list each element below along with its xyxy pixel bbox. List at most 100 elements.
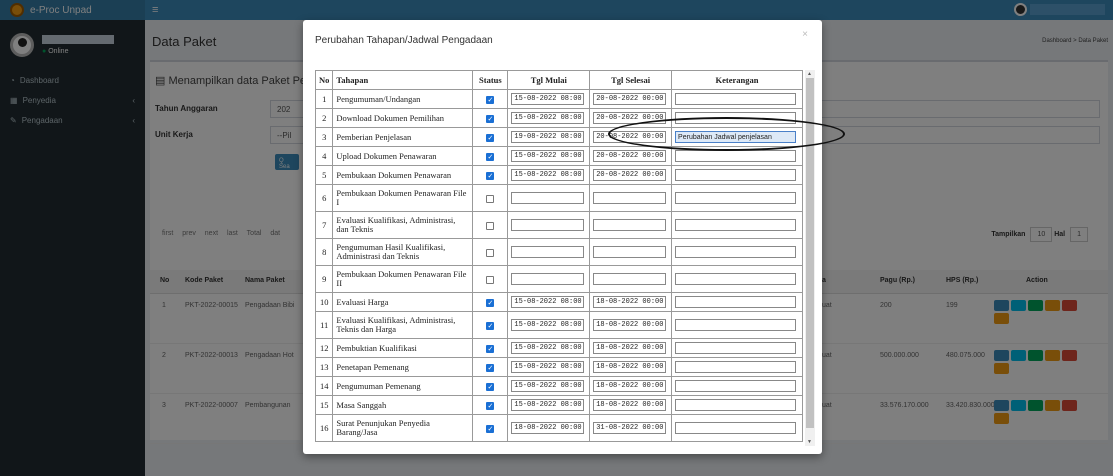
row-no: 13	[315, 357, 334, 377]
status-cell	[472, 238, 509, 266]
tgl-mulai-input[interactable]	[511, 192, 585, 204]
tgl-selesai-input[interactable]: 18-08-2022 00:00	[593, 296, 667, 308]
status-cell	[472, 265, 509, 293]
tgl-mulai-cell	[507, 238, 591, 266]
tahapan-name: Download Dokumen Pemilihan	[332, 108, 474, 128]
scrollbar[interactable]: ▲ ▼	[805, 70, 815, 446]
tgl-mulai-input[interactable]: 15-08-2022 08:00	[511, 296, 585, 308]
tgl-mulai-input[interactable]: 15-08-2022 08:00	[511, 319, 585, 331]
tahapan-name: Evaluasi Kualifikasi, Administrasi, Tekn…	[332, 311, 474, 339]
tahapan-table-scroll: No Tahapan Status Tgl Mulai Tgl Selesai …	[315, 70, 815, 446]
keterangan-input[interactable]	[675, 246, 797, 258]
tgl-selesai-input[interactable]: 18-08-2022 00:00	[593, 380, 667, 392]
keterangan-input[interactable]	[675, 273, 797, 285]
row-no: 3	[315, 127, 334, 147]
status-checkbox[interactable]	[486, 115, 495, 124]
keterangan-input[interactable]	[675, 422, 797, 434]
tgl-mulai-input[interactable]: 15-08-2022 08:00	[511, 399, 585, 411]
keterangan-input[interactable]	[675, 219, 797, 231]
status-checkbox[interactable]	[486, 364, 495, 373]
tgl-mulai-input[interactable]: 15-08-2022 08:00	[511, 342, 585, 354]
tgl-mulai-cell: 15-08-2022 08:00	[507, 395, 591, 415]
tgl-mulai-input[interactable]	[511, 246, 585, 258]
col-no: No	[315, 70, 334, 90]
scrollbar-thumb[interactable]	[806, 78, 814, 428]
keterangan-input[interactable]	[675, 169, 797, 181]
status-checkbox[interactable]	[486, 299, 495, 308]
keterangan-input[interactable]: Perubahan Jadwal penjelasan	[675, 131, 797, 143]
tgl-selesai-input[interactable]	[593, 273, 667, 285]
tgl-selesai-input[interactable]: 18-08-2022 00:00	[593, 399, 667, 411]
tgl-selesai-input[interactable]	[593, 246, 667, 258]
row-no: 4	[315, 146, 334, 166]
tgl-mulai-input[interactable]	[511, 219, 585, 231]
tgl-mulai-input[interactable]: 18-08-2022 00:00	[511, 422, 585, 434]
col-tahapan: Tahapan	[332, 70, 474, 90]
status-checkbox[interactable]	[486, 222, 495, 231]
status-checkbox[interactable]	[486, 195, 495, 204]
tgl-selesai-input[interactable]: 18-08-2022 00:00	[593, 319, 667, 331]
tgl-mulai-input[interactable]: 15-08-2022 08:00	[511, 112, 585, 124]
tgl-selesai-input[interactable]: 20-08-2022 00:00	[593, 150, 667, 162]
tgl-selesai-input[interactable]: 20-08-2022 00:00	[593, 112, 667, 124]
status-checkbox[interactable]	[486, 383, 495, 392]
tgl-mulai-input[interactable]: 15-08-2022 08:00	[511, 169, 585, 181]
tgl-mulai-input[interactable]: 19-08-2022 08:00	[511, 131, 585, 143]
keterangan-input[interactable]	[675, 319, 797, 331]
status-checkbox[interactable]	[486, 153, 495, 162]
scroll-down-icon[interactable]: ▼	[807, 439, 812, 445]
keterangan-input[interactable]	[675, 93, 797, 105]
keterangan-input[interactable]	[675, 112, 797, 124]
keterangan-input[interactable]	[675, 380, 797, 392]
tahapan-name: Evaluasi Harga	[332, 292, 474, 312]
tgl-selesai-input[interactable]	[593, 219, 667, 231]
status-checkbox[interactable]	[486, 322, 495, 331]
row-no: 1	[315, 89, 334, 109]
keterangan-input[interactable]	[675, 361, 797, 373]
keterangan-input[interactable]	[675, 192, 797, 204]
tahapan-row: 4Upload Dokumen Penawaran 15-08-2022 08:0…	[315, 146, 803, 166]
status-checkbox[interactable]	[486, 172, 495, 181]
keterangan-input[interactable]	[675, 399, 797, 411]
status-cell	[472, 376, 509, 396]
status-checkbox[interactable]	[486, 96, 495, 105]
tahapan-row: 1Pengumuman/Undangan 15-08-2022 08:00 20-0…	[315, 89, 803, 109]
status-checkbox[interactable]	[486, 249, 495, 258]
tgl-mulai-input[interactable]: 15-08-2022 08:00	[511, 361, 585, 373]
tgl-selesai-input[interactable]: 31-08-2022 00:00	[593, 422, 667, 434]
status-checkbox[interactable]	[486, 425, 495, 434]
status-checkbox[interactable]	[486, 345, 495, 354]
tahapan-row: 8 Pengumuman Hasil Kualifikasi, Administr…	[315, 238, 803, 266]
scroll-up-icon[interactable]: ▲	[807, 71, 812, 77]
status-checkbox[interactable]	[486, 276, 495, 285]
keterangan-cell	[671, 238, 803, 266]
keterangan-cell	[671, 89, 803, 109]
tahapan-name: Surat Penunjukan Penyedia Barang/Jasa	[332, 414, 474, 442]
keterangan-input[interactable]	[675, 296, 797, 308]
tahapan-rows: 1Pengumuman/Undangan 15-08-2022 08:00 20-0…	[315, 89, 803, 442]
tgl-selesai-input[interactable]: 18-08-2022 00:00	[593, 361, 667, 373]
status-checkbox[interactable]	[486, 402, 495, 411]
status-checkbox[interactable]	[486, 134, 495, 143]
tgl-selesai-input[interactable]: 20-08-2022 00:00	[593, 131, 667, 143]
close-icon[interactable]: ×	[802, 29, 808, 40]
row-no: 16	[315, 414, 334, 442]
row-no: 11	[315, 311, 334, 339]
tgl-mulai-input[interactable]	[511, 273, 585, 285]
tgl-mulai-input[interactable]: 15-08-2022 08:00	[511, 380, 585, 392]
tgl-mulai-cell: 15-08-2022 08:00	[507, 89, 591, 109]
status-cell	[472, 211, 509, 239]
tgl-mulai-input[interactable]: 15-08-2022 08:00	[511, 150, 585, 162]
keterangan-input[interactable]	[675, 150, 797, 162]
tahapan-name: Pembukaan Dokumen Penawaran File I	[332, 184, 474, 212]
tgl-mulai-input[interactable]: 15-08-2022 08:00	[511, 93, 585, 105]
tahapan-name: Upload Dokumen Penawaran	[332, 146, 474, 166]
tgl-selesai-input[interactable]: 20-08-2022 00:00	[593, 169, 667, 181]
keterangan-input[interactable]	[675, 342, 797, 354]
tahapan-name: Penetapan Pemenang	[332, 357, 474, 377]
tgl-selesai-input[interactable]: 20-08-2022 00:00	[593, 93, 667, 105]
keterangan-cell	[671, 165, 803, 185]
tgl-selesai-cell	[589, 211, 673, 239]
tgl-selesai-input[interactable]: 18-08-2022 00:00	[593, 342, 667, 354]
tgl-selesai-input[interactable]	[593, 192, 667, 204]
